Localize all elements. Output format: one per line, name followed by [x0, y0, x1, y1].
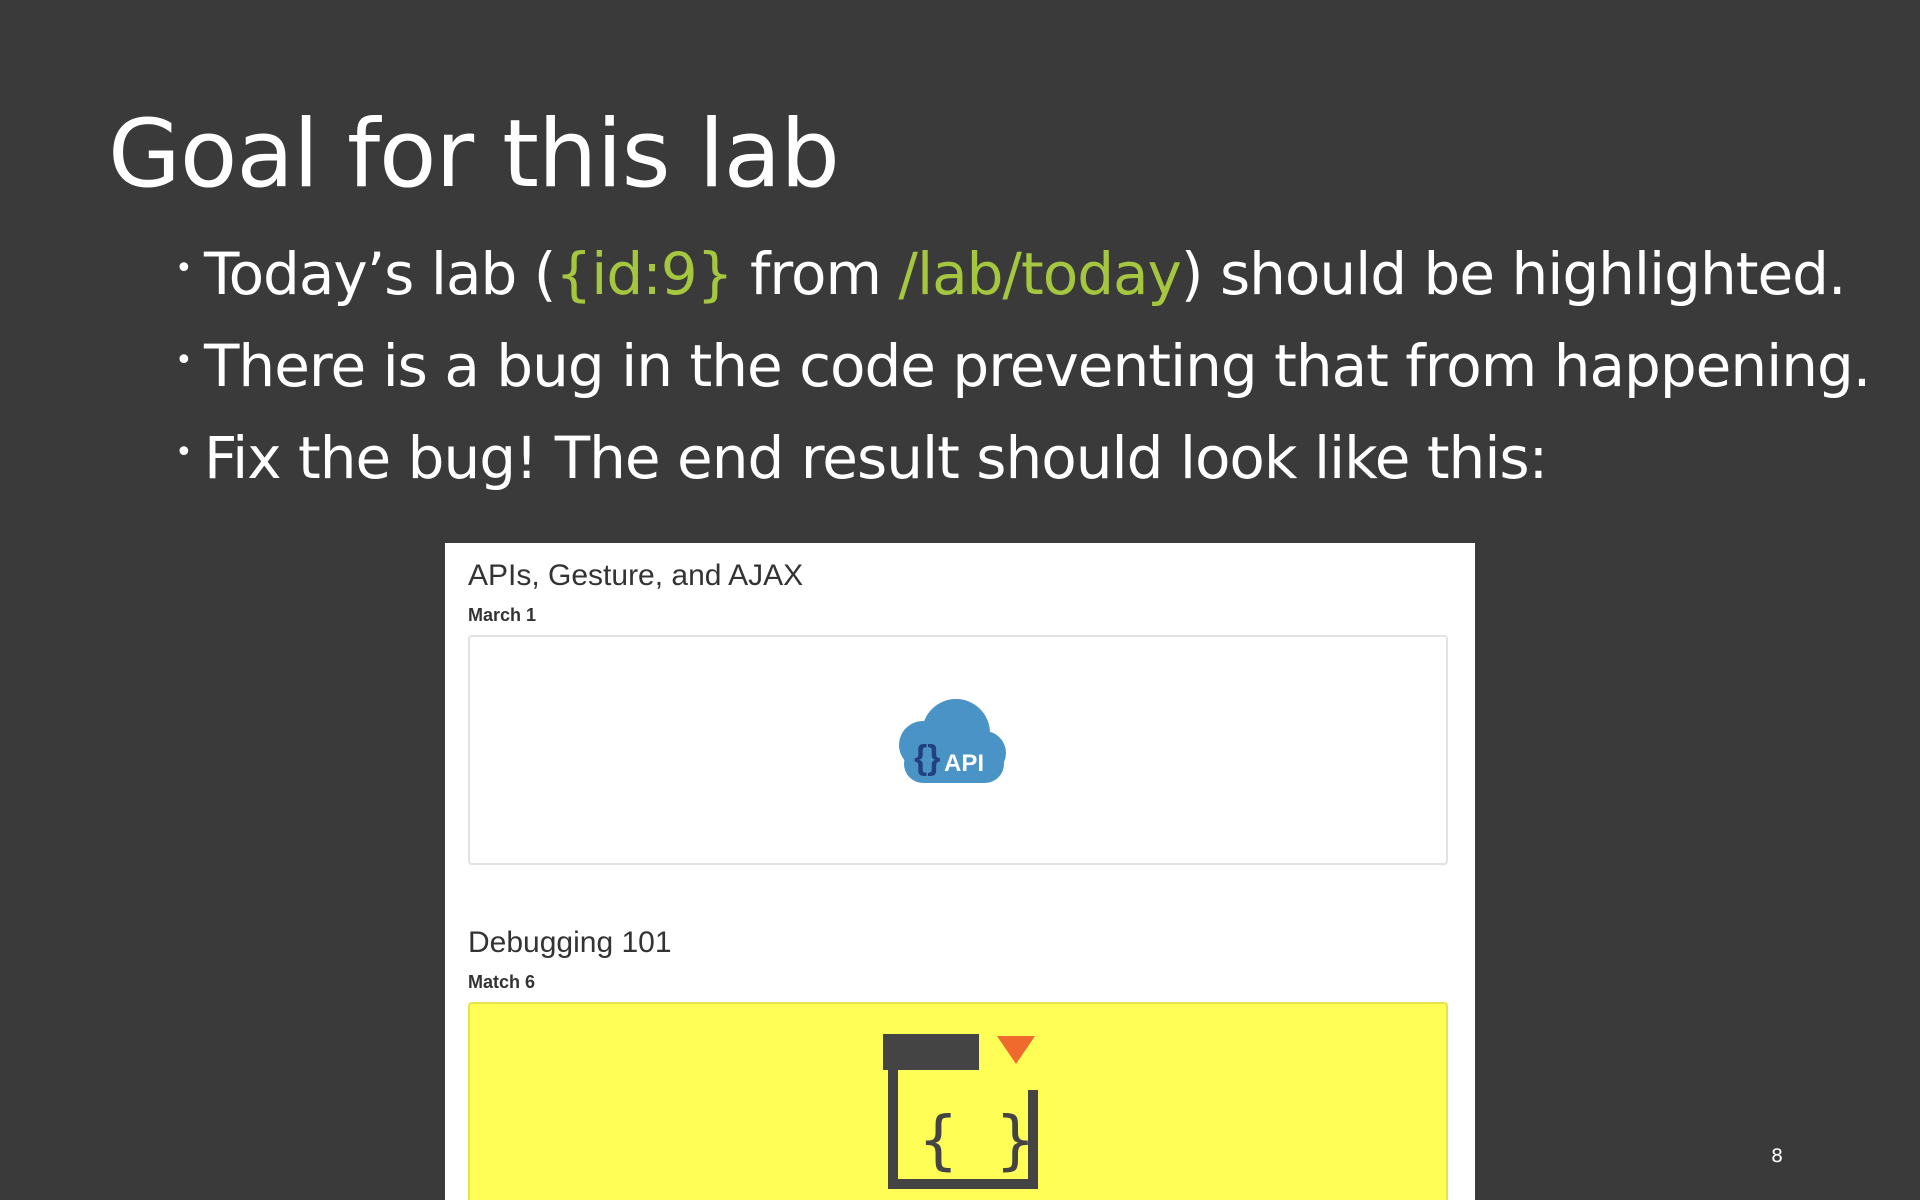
card-date: Match 6: [468, 972, 536, 992]
svg-text:{}: {}: [914, 739, 940, 777]
bullet-list: • Today’s lab ({id:9} from /lab/today) s…: [175, 228, 1871, 504]
api-icon-label: API: [944, 750, 984, 777]
page-number: 8: [1771, 1145, 1784, 1167]
svg-text:{ }: { }: [919, 1104, 1035, 1178]
bullet-text-part: ) should be highlighted.: [1180, 240, 1847, 308]
bullet-item: • Today’s lab ({id:9} from /lab/today) s…: [175, 228, 1870, 320]
card-date: March 1: [468, 605, 537, 625]
bullet-text-part: from: [732, 240, 899, 308]
example-screenshot: APIs, Gesture, and AJAX March 1 {} API D…: [445, 543, 1475, 1200]
highlighted-code: {id:9}: [555, 240, 733, 308]
slide-title: Goal for this lab: [108, 100, 840, 209]
bullet-text: Today’s lab ({id:9} from /lab/today) sho…: [184, 240, 1847, 308]
bullet-dot-icon: •: [175, 251, 193, 286]
card-title: APIs, Gesture, and AJAX: [468, 559, 804, 592]
warning-triangle-icon: [997, 1036, 1035, 1064]
bullet-dot-icon: •: [175, 435, 193, 470]
bullet-item: • Fix the bug! The end result should loo…: [175, 412, 1870, 504]
bullet-text: Fix the bug! The end result should look …: [204, 424, 1548, 492]
bullet-item: • There is a bug in the code preventing …: [175, 320, 1871, 412]
highlighted-code: /lab/today: [898, 240, 1181, 308]
card-image-panel: {} API: [468, 635, 1448, 865]
bullet-dot-icon: •: [175, 343, 193, 378]
api-cloud-icon: {} API: [899, 699, 1006, 783]
card-image-panel-highlighted: { }: [468, 1002, 1448, 1200]
bullet-text: There is a bug in the code preventing th…: [204, 332, 1871, 400]
bullet-text-part: Today’s lab (: [204, 240, 556, 308]
debug-window-icon: { }: [883, 1034, 1038, 1189]
slide: Goal for this lab • Today’s lab ({id:9} …: [0, 0, 1920, 1200]
card-title: Debugging 101: [468, 926, 672, 959]
